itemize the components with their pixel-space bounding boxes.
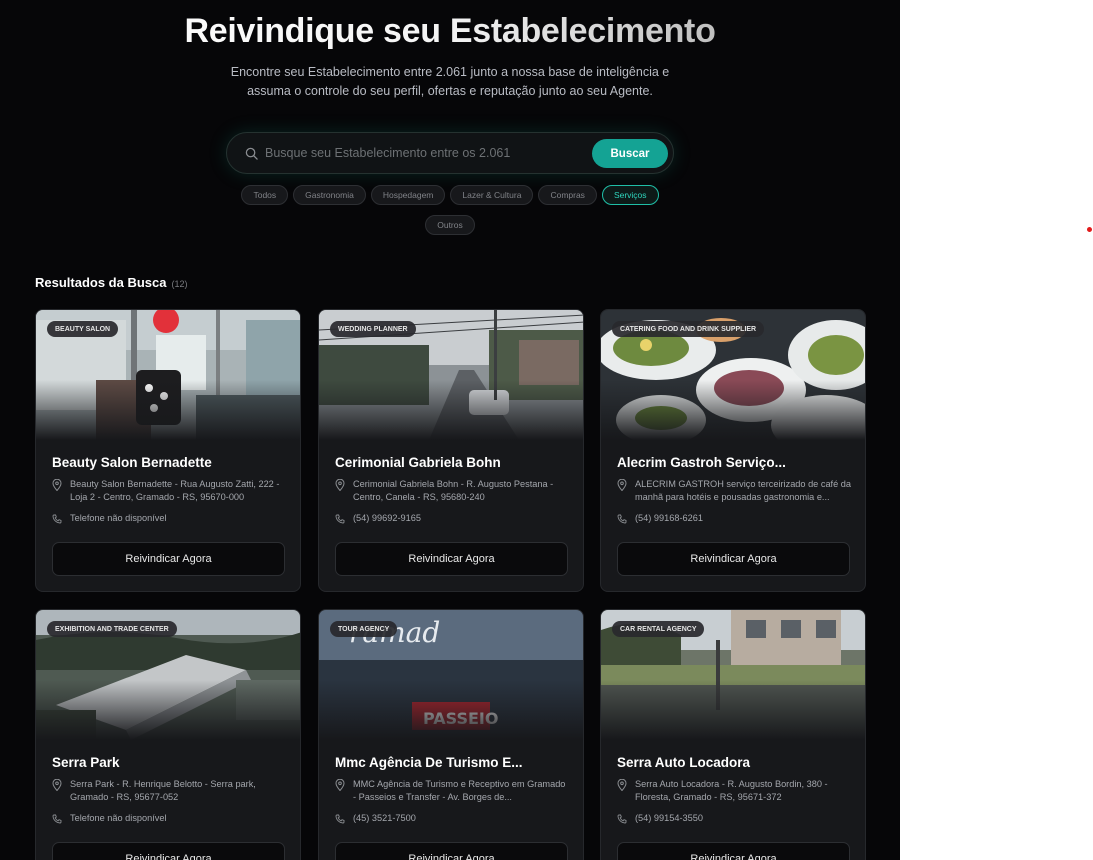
category-badge: Car Rental Agency: [612, 621, 705, 637]
location-pin-icon: [52, 479, 62, 491]
filter-chip-compras[interactable]: Compras: [538, 185, 597, 205]
filter-chip-hospedagem[interactable]: Hospedagem: [370, 185, 446, 205]
business-name: Alecrim Gastroh Serviço...: [617, 455, 786, 470]
location-pin-icon: [52, 779, 62, 791]
blank-area: [900, 0, 1093, 860]
main-panel: Reivindique seu Estabelecimento Encontre…: [0, 0, 900, 860]
banner-text: PASSEIO: [423, 709, 498, 728]
business-phone: Telefone não disponível: [70, 513, 167, 523]
business-address: Serra Park - R. Henrique Belotto - Serra…: [70, 779, 256, 802]
phone-icon: [335, 514, 345, 524]
business-phone: (54) 99692-9165: [353, 513, 421, 523]
business-card: Catering Food and Drink Supplier Alecrim…: [600, 309, 866, 592]
business-address: MMC Agência de Turismo e Receptivo em Gr…: [353, 779, 566, 802]
business-name: Serra Park: [52, 755, 120, 770]
filter-chip-servicos[interactable]: Serviços: [601, 185, 659, 205]
results-count: (12): [171, 279, 188, 289]
location-pin-icon: [335, 779, 345, 791]
filter-chip-todos[interactable]: Todos: [241, 185, 289, 205]
business-phone: (54) 99154-3550: [635, 813, 703, 823]
category-badge: Catering Food and Drink Supplier: [612, 321, 765, 337]
claim-button[interactable]: Reivindicar Agora: [335, 842, 568, 860]
category-badge: Tour Agency: [330, 621, 398, 637]
claim-button[interactable]: Reivindicar Agora: [335, 542, 568, 576]
business-phone: (54) 99168-6261: [635, 513, 703, 523]
location-pin-icon: [617, 479, 627, 491]
page-title: Reivindique seu Estabelecimento: [0, 12, 900, 51]
category-badge: Wedding Planner: [330, 321, 416, 337]
business-card: Beauty Salon Beauty Salon Bernadette Bea…: [35, 309, 301, 592]
search-input[interactable]: [265, 140, 585, 166]
search-bar: Buscar: [226, 132, 674, 174]
claim-button[interactable]: Reivindicar Agora: [52, 542, 285, 576]
business-card: ramad PASSEIO Tour Agency Mmc Agência De…: [318, 609, 584, 860]
phone-icon: [335, 814, 345, 824]
business-address: ALECRIM GASTROH serviço terceirizado de …: [635, 479, 851, 502]
filter-chip-gastronomia[interactable]: Gastronomia: [293, 185, 366, 205]
page-subtitle: Encontre seu Estabelecimento entre 2.061…: [230, 65, 670, 98]
business-address: Beauty Salon Bernadette - Rua Augusto Za…: [70, 479, 280, 502]
business-name: Cerimonial Gabriela Bohn: [335, 455, 501, 470]
category-badge: Exhibition and Trade Center: [47, 621, 177, 637]
search-icon: [245, 147, 258, 160]
business-address: Serra Auto Locadora - R. Augusto Bordin,…: [635, 779, 828, 802]
filter-chip-lazer-cultura[interactable]: Lazer & Cultura: [450, 185, 534, 205]
phone-icon: [617, 514, 627, 524]
phone-icon: [617, 814, 627, 824]
location-pin-icon: [617, 779, 627, 791]
business-phone: (45) 3521-7500: [353, 813, 416, 823]
business-photo: Car Rental Agency: [601, 610, 865, 740]
business-address: Cerimonial Gabriela Bohn - R. Augusto Pe…: [353, 479, 554, 502]
phone-icon: [52, 514, 62, 524]
business-card: Car Rental Agency Serra Auto Locadora Se…: [600, 609, 866, 860]
business-card: Wedding Planner Cerimonial Gabriela Bohn…: [318, 309, 584, 592]
claim-button[interactable]: Reivindicar Agora: [52, 842, 285, 860]
business-name: Mmc Agência De Turismo E...: [335, 755, 523, 770]
claim-button[interactable]: Reivindicar Agora: [617, 542, 850, 576]
business-photo: ramad PASSEIO Tour Agency: [319, 610, 583, 740]
business-card: Exhibition and Trade Center Serra Park S…: [35, 609, 301, 860]
business-phone: Telefone não disponível: [70, 813, 167, 823]
business-photo: Exhibition and Trade Center: [36, 610, 300, 740]
search-button[interactable]: Buscar: [592, 139, 668, 168]
business-photo: Catering Food and Drink Supplier: [601, 310, 865, 440]
category-badge: Beauty Salon: [47, 321, 119, 337]
business-name: Serra Auto Locadora: [617, 755, 751, 770]
business-photo: Beauty Salon: [36, 310, 300, 440]
filter-chip-outros[interactable]: Outros: [425, 215, 475, 235]
business-photo: Wedding Planner: [319, 310, 583, 440]
business-name: Beauty Salon Bernadette: [52, 455, 212, 470]
phone-icon: [52, 814, 62, 824]
results-heading: Resultados da Busca (12): [35, 275, 188, 290]
claim-button[interactable]: Reivindicar Agora: [617, 842, 850, 860]
location-pin-icon: [335, 479, 345, 491]
results-title: Resultados da Busca: [35, 275, 167, 290]
category-filters: Todos Gastronomia Hospedagem Lazer & Cul…: [230, 185, 670, 235]
